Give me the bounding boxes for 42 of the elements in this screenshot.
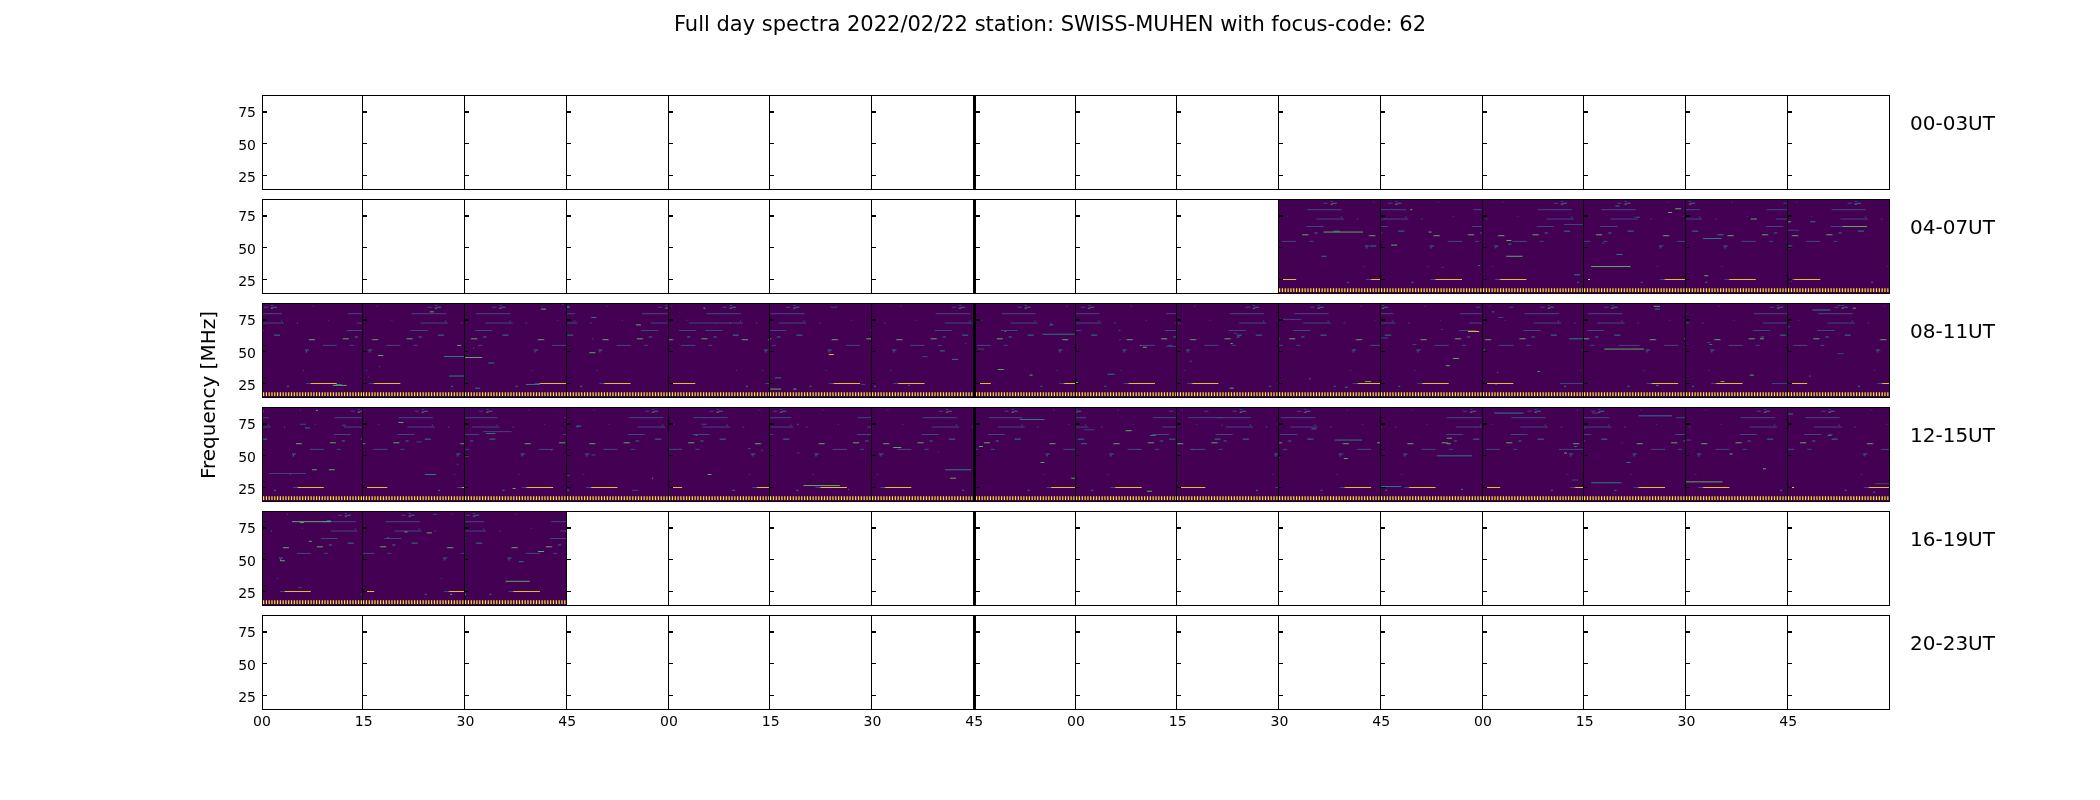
tick-label: 25 bbox=[238, 688, 256, 706]
tick-label: 25 bbox=[238, 272, 256, 290]
tick-label: 75 bbox=[238, 207, 256, 225]
tick-label: 25 bbox=[238, 480, 256, 498]
row-label: 08-11UT bbox=[1910, 319, 1995, 343]
tick-label: 75 bbox=[238, 311, 256, 329]
tick-label: 45 bbox=[965, 713, 984, 729]
tick-label: 75 bbox=[238, 623, 256, 641]
row-label: 20-23UT bbox=[1910, 631, 1995, 655]
tick-label: 30 bbox=[1270, 713, 1289, 729]
tick-label: 50 bbox=[238, 135, 256, 154]
tick-label: 50 bbox=[238, 551, 256, 570]
row-label: 00-03UT bbox=[1910, 111, 1995, 135]
tick-label: 45 bbox=[1372, 713, 1391, 729]
row-label: 16-19UT bbox=[1910, 527, 1995, 551]
tick-label: 00 bbox=[1474, 713, 1492, 729]
row-label: 12-15UT bbox=[1910, 423, 1995, 447]
tick-label: 15 bbox=[354, 713, 373, 729]
tick-label: 00 bbox=[660, 713, 678, 729]
tick-label: 50 bbox=[238, 239, 256, 258]
tick-label: 75 bbox=[238, 103, 256, 121]
tick-label: 75 bbox=[238, 415, 256, 433]
tick-label: 30 bbox=[456, 713, 475, 729]
tick-label: 25 bbox=[238, 584, 256, 602]
tick-label: 15 bbox=[1575, 713, 1594, 729]
chart-title: Full day spectra 2022/02/22 station: SWISS-MUHEN with focus-code: 62 bbox=[673, 12, 1427, 36]
tick-label: 15 bbox=[761, 713, 780, 729]
tick-label: 45 bbox=[1779, 713, 1798, 729]
tick-label: 25 bbox=[238, 376, 256, 394]
tick-label: 30 bbox=[1677, 713, 1696, 729]
tick-label: 15 bbox=[1168, 713, 1187, 729]
row-label: 04-07UT bbox=[1910, 215, 1995, 239]
tick-label: 75 bbox=[238, 519, 256, 537]
tick-label: 00 bbox=[1067, 713, 1085, 729]
tick-label: 25 bbox=[238, 168, 256, 186]
tick-label: 50 bbox=[238, 447, 256, 466]
axis-label: Frequency [MHz] bbox=[196, 310, 220, 480]
tick-label: 50 bbox=[238, 655, 256, 674]
tick-label: 50 bbox=[238, 343, 256, 362]
tick-label: 45 bbox=[558, 713, 577, 729]
tick-label: 00 bbox=[253, 713, 271, 729]
tick-label: 30 bbox=[863, 713, 882, 729]
